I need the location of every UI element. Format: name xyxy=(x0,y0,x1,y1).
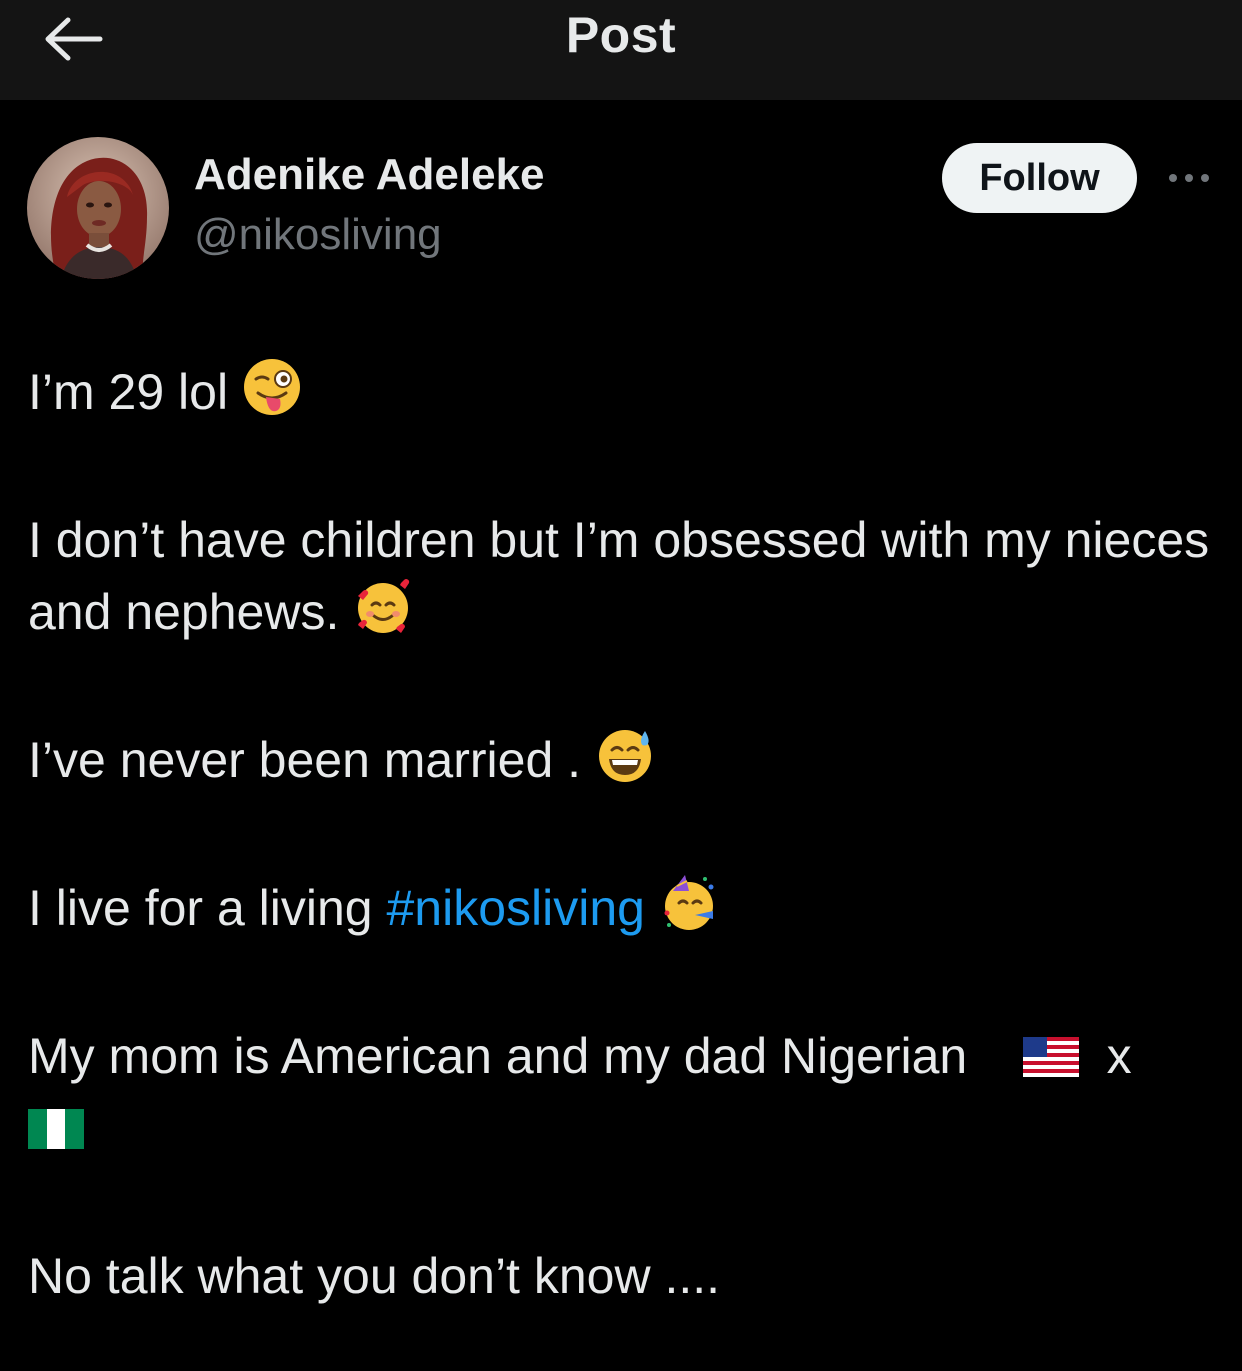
more-options-button[interactable] xyxy=(1160,160,1220,196)
avatar[interactable] xyxy=(27,137,169,279)
post-paragraph: I live for a living #nikosliving xyxy=(28,872,1218,944)
follow-button[interactable]: Follow xyxy=(942,143,1137,213)
page-title: Post xyxy=(565,7,677,63)
post-paragraph: I don’t have children but I’m obsessed w… xyxy=(28,504,1218,648)
post-paragraph: I’ve never been married . xyxy=(28,724,1218,796)
post-line: I live for a living xyxy=(28,880,373,936)
smiling-face-with-hearts-emoji-icon xyxy=(358,579,410,633)
author-handle[interactable]: @nikosliving xyxy=(194,210,442,260)
nigeria-flag-icon xyxy=(28,1109,84,1149)
post-line: I’ve never been married . xyxy=(28,732,582,788)
post-line: I don’t have children but I’m obsessed w… xyxy=(28,512,1210,640)
top-bar: Post xyxy=(0,0,1242,100)
us-flag-icon xyxy=(1022,1037,1079,1077)
post-line: x xyxy=(1106,1028,1132,1084)
post-line: I’m 29 lol xyxy=(28,364,229,420)
post-line: No talk what you don’t know .... xyxy=(28,1248,721,1304)
post-paragraph: No talk what you don’t know .... xyxy=(28,1240,1218,1312)
post-text: I’m 29 lol I don’t have children but I’m… xyxy=(28,356,1218,1312)
hashtag-link[interactable]: #nikosliving xyxy=(387,880,645,936)
author-display-name[interactable]: Adenike Adeleke xyxy=(194,150,545,200)
post-paragraph: I’m 29 lol xyxy=(28,356,1218,428)
grinning-sweat-emoji-icon xyxy=(598,730,651,782)
post-paragraph: My mom is American and my dad Nigerian x xyxy=(28,1020,1218,1164)
post-line: My mom is American and my dad Nigerian xyxy=(28,1028,968,1084)
partying-face-emoji-icon xyxy=(664,875,714,930)
winking-tongue-emoji-icon xyxy=(243,359,300,415)
more-horizontal-icon xyxy=(1169,174,1209,182)
